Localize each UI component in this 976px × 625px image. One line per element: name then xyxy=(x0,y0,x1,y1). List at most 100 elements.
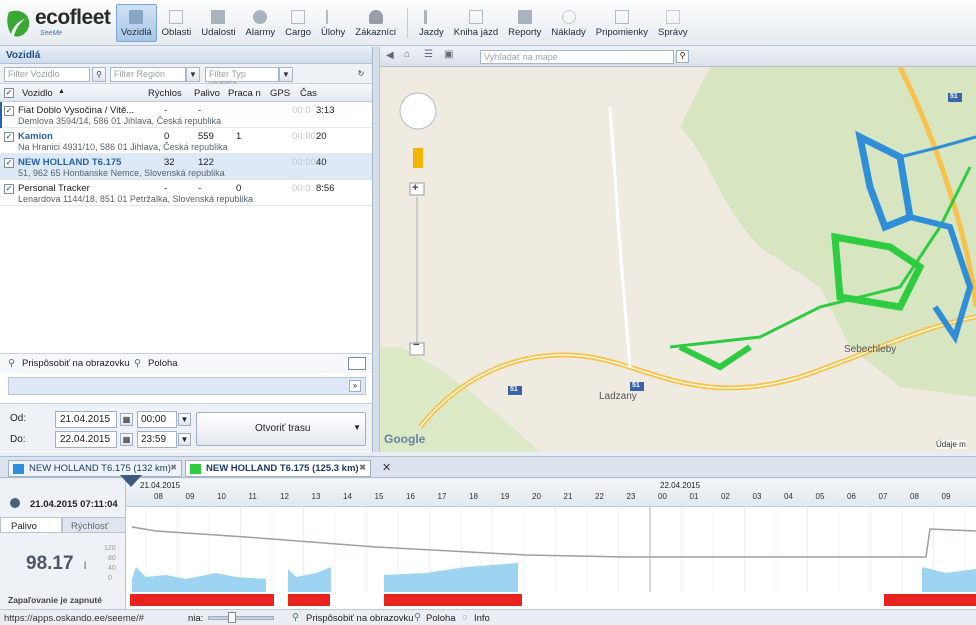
ruler-hour: 16 xyxy=(406,492,415,501)
map-search-input[interactable]: Vyhľadať na mape xyxy=(480,50,674,64)
fit-screen-link[interactable]: Prispôsobiť na obrazovku xyxy=(22,358,130,369)
ruler-hour: 12 xyxy=(280,492,289,501)
table-row[interactable]: ✓ Fiat Doblo Vysočina / Vitě... - - 00:0 3:13… xyxy=(0,102,372,128)
google-logo: Google xyxy=(384,432,426,446)
nav-jazdy[interactable]: Jazdy xyxy=(414,4,449,42)
search-icon[interactable]: ⚲ xyxy=(676,50,689,63)
nav-cargo[interactable]: Cargo xyxy=(280,4,316,42)
map-canvas[interactable] xyxy=(380,47,976,452)
filter-type-input[interactable]: Filter Typ vozidla xyxy=(205,67,279,89)
vehicle-fuel: 559 xyxy=(198,131,214,142)
tab-fuel[interactable]: Palivo xyxy=(0,517,62,533)
y-tick: 0 xyxy=(108,575,112,582)
vehicle-icon[interactable]: ▣ xyxy=(444,49,453,60)
chevron-down-icon[interactable]: ▼ xyxy=(353,423,361,432)
refresh-icon[interactable]: ↻ xyxy=(354,67,368,82)
row-checkbox[interactable]: ✓ xyxy=(4,158,14,168)
to-date-input[interactable]: 22.04.2015 xyxy=(55,431,117,448)
fit-screen-link[interactable]: Prispôsobiť na obrazovku xyxy=(306,613,414,624)
close-all-icon[interactable]: ✕ xyxy=(382,461,391,474)
tab-speed[interactable]: Rýchlosť xyxy=(62,517,126,533)
chevron-down-icon[interactable]: ▼ xyxy=(186,67,200,82)
timeline-ruler[interactable]: 21.04.2015 22.04.2015 08 09 10 11 12 13 14 15 16… xyxy=(126,479,976,507)
layers-icon[interactable]: ☰ xyxy=(424,49,433,60)
open-route-button[interactable]: Otvoriť trasu ▼ xyxy=(196,412,366,446)
col-speed[interactable]: Rýchlos xyxy=(148,88,182,99)
home-icon[interactable]: ⌂ xyxy=(404,49,410,60)
playhead-marker-icon[interactable] xyxy=(120,475,142,487)
info-link[interactable]: Info xyxy=(474,613,490,624)
nav-vozidla[interactable]: Vozidlá xyxy=(116,4,157,42)
ruler-hour: 11 xyxy=(248,492,257,501)
track-tab[interactable]: NEW HOLLAND T6.175 (132 km) ✖ xyxy=(8,460,182,477)
nav-reporty[interactable]: Reporty xyxy=(503,4,546,42)
vehicle-fuel: 122 xyxy=(198,157,214,168)
table-row[interactable]: ✓ NEW HOLLAND T6.175 32 122 00:00: 40 51, 962 … xyxy=(0,154,372,180)
zoom-slider-handle[interactable] xyxy=(228,612,236,623)
nav-alarmy[interactable]: Alarmy xyxy=(241,4,281,42)
col-vozidlo[interactable]: Vozidlo xyxy=(22,88,53,99)
map-panel[interactable]: ◀ ⌂ ☰ ▣ Vyhľadať na mape ⚲ + − Sebechleb… xyxy=(380,47,976,452)
nav-pripomienky[interactable]: Pripomienky xyxy=(591,4,653,42)
zoom-out-label[interactable]: − xyxy=(413,339,419,351)
select-all-checkbox[interactable]: ✓ xyxy=(4,88,14,98)
close-icon[interactable]: ✖ xyxy=(359,463,366,472)
status-bar: https://apps.oskando.ee/seeme/# nia: ⚲ P… xyxy=(0,609,976,625)
calendar-icon[interactable]: ▦ xyxy=(120,433,133,446)
chevron-down-icon[interactable]: ▼ xyxy=(279,67,293,82)
filter-vehicle-input[interactable]: Filter Vozidlo xyxy=(4,67,90,82)
ruler-hour: 08 xyxy=(910,492,919,501)
vehicle-address: Demlova 3594/14, 586 01 Jihlava, Česká r… xyxy=(18,116,222,126)
row-checkbox[interactable]: ✓ xyxy=(4,184,14,194)
calendar-icon[interactable]: ▦ xyxy=(120,413,133,426)
col-work[interactable]: Praca n xyxy=(228,88,261,99)
col-fuel[interactable]: Palivo xyxy=(194,88,220,99)
nav-spravy[interactable]: Správy xyxy=(653,4,693,42)
col-gps[interactable]: GPS xyxy=(270,88,290,99)
ruler-hour: 15 xyxy=(374,492,384,501)
table-row[interactable]: ✓ Kamion 0 559 1 00:00: 20 Na Hranici 4931/10, … xyxy=(0,128,372,154)
fuel-line xyxy=(131,526,976,558)
ecofleet-logo[interactable]: ecofleet SeeMe xyxy=(6,6,111,40)
back-icon[interactable]: ◀ xyxy=(386,50,394,61)
fuel-chart[interactable] xyxy=(126,507,976,609)
col-time[interactable]: Čas xyxy=(300,88,317,99)
filter-region-input[interactable]: Filter Región xyxy=(110,67,186,82)
leaf-logo-icon xyxy=(7,10,30,37)
nav-label: Alarmy xyxy=(245,27,276,38)
nav-zakaznici[interactable]: Zákazníci xyxy=(350,4,401,42)
track-tab-active[interactable]: NEW HOLLAND T6.175 (125.3 km) ✖ xyxy=(185,460,371,477)
nav-udalosti[interactable]: Udalosti xyxy=(196,4,240,42)
truck-icon xyxy=(129,10,144,24)
vehicle-time-dim: 00:00: xyxy=(292,157,319,168)
ruler-hour: 08 xyxy=(154,492,163,501)
position-link[interactable]: Poloha xyxy=(426,613,456,624)
nav-kniha-jazd[interactable]: Kniha jázd xyxy=(449,4,503,42)
from-time-input[interactable]: 00:00 xyxy=(137,411,177,428)
zoom-label: nia: xyxy=(188,613,204,624)
chevron-down-icon[interactable]: ▼ xyxy=(178,413,191,426)
vehicle-address: Lenardova 1144/18, 851 01 Petržalka, Slo… xyxy=(18,194,253,204)
nav-naklady[interactable]: Náklady xyxy=(546,4,590,42)
position-link[interactable]: Poloha xyxy=(148,358,178,369)
zoom-slider[interactable] xyxy=(208,616,274,620)
nav-ulohy[interactable]: Úlohy xyxy=(316,4,350,42)
zoom-fit-icon[interactable]: ⚲ xyxy=(8,358,15,369)
close-icon[interactable]: ✖ xyxy=(170,463,177,472)
collapse-icon[interactable]: » xyxy=(349,380,361,392)
zoom-in-label[interactable]: + xyxy=(412,182,418,194)
row-checkbox[interactable]: ✓ xyxy=(4,106,14,116)
chevron-down-icon[interactable]: ▼ xyxy=(178,433,191,446)
search-icon[interactable]: ⚲ xyxy=(92,67,106,82)
splitter[interactable] xyxy=(373,47,380,452)
table-row[interactable]: ✓ Personal Tracker - - 0 00:0 8:56 Lenardova 11… xyxy=(0,180,372,206)
row-checkbox[interactable]: ✓ xyxy=(4,132,14,142)
to-time-input[interactable]: 23:59 xyxy=(137,431,177,448)
brand-name: ecofleet xyxy=(35,6,111,29)
row-indicator xyxy=(0,102,2,128)
pegman-icon xyxy=(413,148,423,168)
map-data-note[interactable]: Údaje m xyxy=(936,440,966,449)
nav-oblasti[interactable]: Oblasti xyxy=(157,4,197,42)
from-date-input[interactable]: 21.04.2015 xyxy=(55,411,117,428)
layout-menu-icon[interactable] xyxy=(348,357,366,370)
